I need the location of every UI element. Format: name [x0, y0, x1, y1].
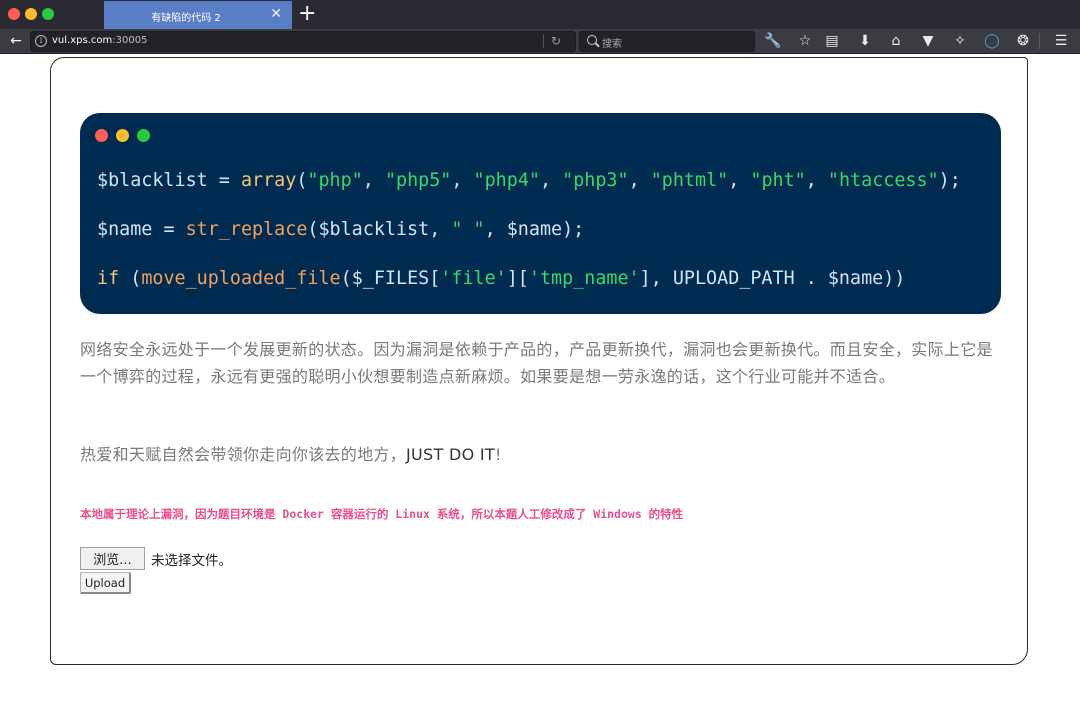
code-token: . — [794, 268, 828, 289]
code-token: "php3" — [562, 170, 629, 191]
code-token: , — [451, 170, 474, 191]
code-token: "htaccess" — [827, 170, 939, 191]
wrench-icon[interactable]: 🔧 — [764, 32, 782, 50]
code-token: , — [805, 170, 828, 191]
code-token: UPLOAD_PATH — [672, 268, 795, 289]
tab-close-icon[interactable]: ✕ — [270, 6, 282, 22]
code-card: $blacklist = array("php", "php5", "php4"… — [80, 113, 1001, 314]
code-token: , — [429, 219, 452, 240]
code-token: , — [539, 170, 563, 191]
code-token: 'file' — [440, 268, 507, 289]
url-host: vul.xps.com — [52, 35, 113, 46]
tab-title: 有缺陷的代码 2 — [151, 13, 221, 24]
code-yellow-dot — [116, 129, 129, 142]
search-placeholder: 搜索 — [602, 39, 622, 50]
code-token: $_FILES — [351, 268, 430, 289]
code-token: ], — [639, 268, 673, 289]
browse-file-button[interactable]: 浏览... — [80, 547, 145, 570]
code-token: [ — [429, 268, 441, 289]
cookie-icon[interactable]: ❂ — [1014, 32, 1032, 50]
code-token: = — [207, 170, 241, 191]
clipboard-icon[interactable]: ▤ — [823, 32, 841, 50]
browser-titlebar: 有缺陷的代码 2 ✕ + — [0, 0, 1080, 29]
code-token: str_replace — [185, 219, 308, 240]
code-token: array — [240, 170, 297, 191]
code-line-blacklist: $blacklist = array("php", "php5", "php4"… — [97, 170, 961, 192]
active-tab[interactable]: 有缺陷的代码 2 ✕ — [104, 1, 292, 29]
bookmark-star-icon[interactable]: ☆ — [796, 32, 814, 50]
code-token: ( — [119, 268, 142, 289]
code-token: "phtml" — [650, 170, 729, 191]
code-line-str-replace: $name = str_replace($blacklist, " ", $na… — [97, 219, 584, 241]
upload-button[interactable]: Upload — [80, 572, 131, 594]
search-icon — [587, 35, 597, 45]
code-token: "php5" — [384, 170, 452, 191]
code-token: $name — [506, 219, 563, 240]
code-token: ( — [307, 219, 319, 240]
motto-paragraph: 热爱和天赋自然会带领你走向你该去的地方，JUST DO IT! — [80, 441, 1001, 468]
reload-icon[interactable]: ↻ — [551, 33, 561, 49]
site-info-icon[interactable]: i — [35, 35, 47, 47]
search-bar[interactable]: 搜索 — [579, 31, 755, 52]
code-token: $blacklist — [318, 219, 430, 240]
code-green-dot — [137, 129, 150, 142]
code-token: move_uploaded_file — [141, 268, 341, 289]
intro-paragraph: 网络安全永远处于一个发展更新的状态。因为漏洞是依赖于产品的，产品更新换代，漏洞也… — [80, 340, 993, 386]
hamburger-menu-icon[interactable]: ☰ — [1052, 32, 1070, 50]
back-arrow-icon[interactable]: ← — [7, 32, 25, 50]
url-text[interactable]: vul.xps.com:30005 — [52, 35, 147, 46]
motto-text: 热爱和天赋自然会带领你走向你该去的地方， — [80, 445, 407, 464]
extension-icon[interactable]: ✧ — [951, 32, 969, 50]
code-token: $name — [827, 268, 884, 289]
toolbar-divider — [1039, 33, 1040, 49]
window-zoom-button[interactable] — [42, 8, 54, 20]
code-token: "php4" — [473, 170, 540, 191]
code-token: ); — [562, 219, 585, 240]
code-token: " " — [451, 219, 485, 240]
code-token: = — [152, 219, 186, 240]
window-close-button[interactable] — [8, 8, 20, 20]
code-token: ); — [938, 170, 961, 191]
pocket-icon[interactable]: ▼ — [919, 32, 937, 50]
code-token: "php" — [307, 170, 363, 191]
code-token: ( — [296, 170, 308, 191]
home-icon[interactable]: ⌂ — [887, 32, 905, 50]
code-token: if — [97, 268, 120, 289]
code-token: )) — [883, 268, 906, 289]
code-line-move-uploaded: if (move_uploaded_file($_FILES['file']['… — [97, 268, 905, 290]
code-token: , — [484, 219, 507, 240]
url-port: :30005 — [112, 35, 148, 46]
file-status-text: 未选择文件。 — [151, 553, 232, 569]
motto-emphasis: JUST DO IT — [406, 445, 495, 464]
code-token: $name — [97, 219, 153, 240]
proxy-ring-icon[interactable]: ◯ — [983, 32, 1001, 50]
url-bar[interactable]: i vul.xps.com:30005 ↻ — [30, 31, 576, 52]
code-token: , — [362, 170, 385, 191]
code-token: "pht" — [750, 170, 806, 191]
code-token: , — [728, 170, 751, 191]
motto-suffix: ! — [494, 445, 502, 464]
new-tab-button[interactable]: + — [298, 1, 316, 27]
code-token: ( — [340, 268, 352, 289]
code-token: 'tmp_name' — [528, 268, 640, 289]
code-red-dot — [95, 129, 108, 142]
url-divider — [543, 34, 544, 48]
code-token: $blacklist — [97, 170, 208, 191]
browser-toolbar: ← i vul.xps.com:30005 ↻ 搜索 🔧 ☆ ▤ ⬇ ⌂ ▼ ✧… — [0, 29, 1080, 54]
download-arrow-icon[interactable]: ⬇ — [856, 32, 874, 50]
code-token: , — [628, 170, 651, 191]
window-minimize-button[interactable] — [25, 8, 37, 20]
notice-text: 本地属于理论上漏洞，因为题目环境是 Docker 容器运行的 Linux 系统，… — [80, 507, 684, 521]
code-token: ][ — [506, 268, 529, 289]
